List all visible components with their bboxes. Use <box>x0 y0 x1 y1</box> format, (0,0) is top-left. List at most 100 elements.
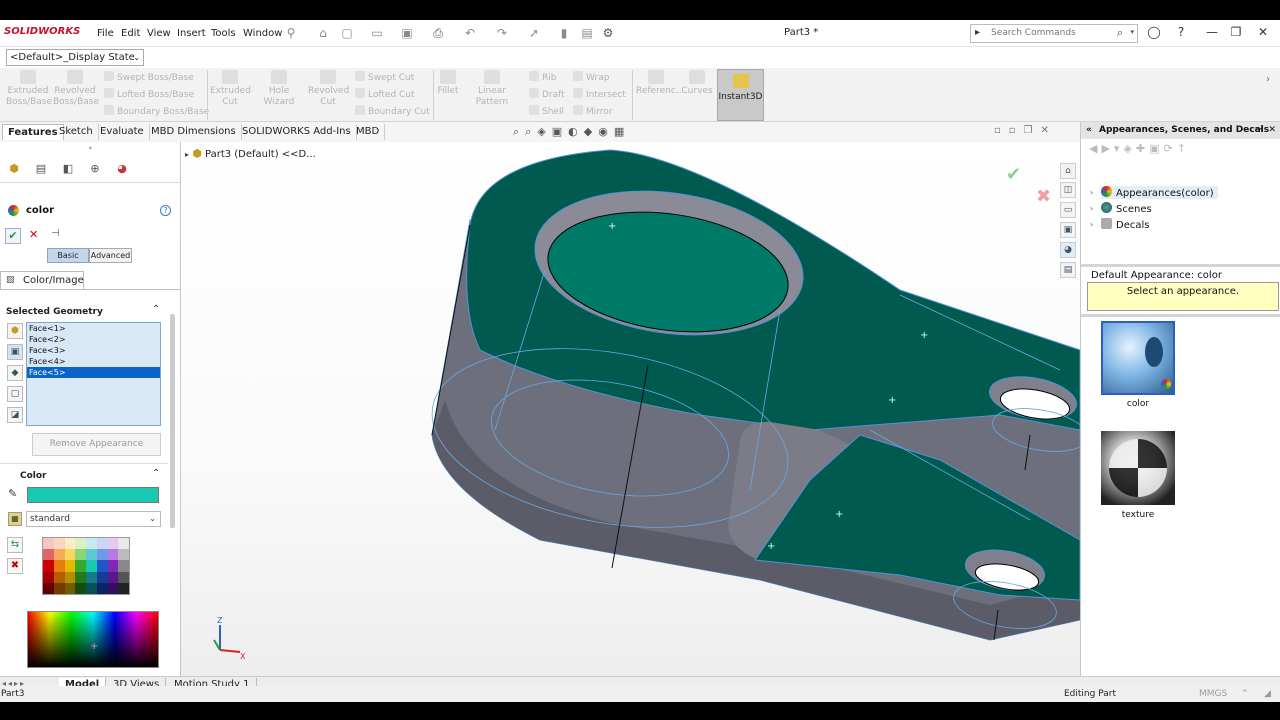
palette-swatch[interactable] <box>107 549 119 561</box>
resize-grip-icon[interactable]: ◢ <box>1264 686 1271 702</box>
boundary-boss-button[interactable]: Boundary Boss/Base <box>104 105 209 119</box>
color-image-tab[interactable]: ▨ Color/Image <box>0 271 84 289</box>
palette-swatch[interactable] <box>53 571 65 583</box>
palette-swatch[interactable] <box>43 549 54 561</box>
search-input[interactable] <box>991 28 1121 38</box>
palette-swatch[interactable] <box>107 560 119 572</box>
intersect-button[interactable]: Intersect <box>573 88 626 102</box>
palette-swatch[interactable] <box>64 582 76 594</box>
hole-wizard-button[interactable]: Hole Wizard <box>253 70 305 108</box>
options-gear-icon[interactable]: ⚙ <box>601 26 615 40</box>
ribbon-scroll-arrow-icon[interactable]: › <box>1266 74 1270 85</box>
palette-swatch[interactable] <box>64 549 76 561</box>
tab-mbd[interactable]: MBD <box>351 124 386 140</box>
palette-swatch[interactable] <box>86 549 97 561</box>
collapse-pane-icon[interactable]: « <box>1086 122 1092 139</box>
lofted-boss-button[interactable]: Lofted Boss/Base <box>104 88 194 102</box>
pin-icon[interactable]: ⊣ <box>1255 122 1263 139</box>
task-pane-appearances-icon[interactable]: ◕ <box>1060 242 1076 258</box>
color-spectrum-picker[interactable]: + <box>27 611 159 668</box>
color-palette[interactable] <box>42 537 130 595</box>
palette-swatch[interactable] <box>96 549 108 561</box>
palette-swatch[interactable] <box>75 549 86 561</box>
palette-swatch[interactable] <box>86 560 97 572</box>
face-list-item[interactable]: Face<2> <box>27 334 160 345</box>
feature-tree-flyout[interactable]: ▸ ⬢ Part3 (Default) <<D... <box>185 147 316 160</box>
rib-button[interactable]: Rib <box>529 71 556 85</box>
face-list-item[interactable]: Face<4> <box>27 356 160 367</box>
selected-faces-list[interactable]: Face<1> Face<2> Face<3> Face<4> Face<5> <box>26 322 161 426</box>
picker-crosshair[interactable]: + <box>90 641 98 652</box>
pane-splitter[interactable] <box>1081 264 1280 267</box>
linear-pattern-button[interactable]: Linear Pattern <box>462 70 522 108</box>
collapse-chevron-icon[interactable]: ⌃ <box>152 304 160 315</box>
tree-node-decals[interactable]: Decals <box>1101 218 1149 231</box>
close-button[interactable]: ✕ <box>1255 25 1271 39</box>
palette-swatch[interactable] <box>118 582 129 594</box>
instant3d-button[interactable]: Instant3D <box>717 69 764 121</box>
viewport-window-controls[interactable]: ▫▫❐✕ <box>994 125 1057 136</box>
palette-swatch[interactable] <box>118 571 129 583</box>
palette-swatch[interactable] <box>96 538 108 550</box>
palette-swatch[interactable] <box>43 571 54 583</box>
tree-node-scenes[interactable]: Scenes <box>1101 202 1152 215</box>
palette-swatch[interactable] <box>64 538 76 550</box>
wrap-button[interactable]: Wrap <box>573 71 609 85</box>
property-manager-tab-icon[interactable]: ▤ <box>32 162 50 178</box>
mirror-button[interactable]: Mirror <box>573 105 613 119</box>
palette-swatch[interactable] <box>64 571 76 583</box>
palette-swatch[interactable] <box>118 549 129 561</box>
extruded-boss-button[interactable]: Extruded Boss/Base <box>6 70 52 108</box>
tab-mbd-dimensions[interactable]: MBD Dimensions <box>146 124 242 140</box>
print-icon[interactable]: ⎙ <box>431 26 445 40</box>
confirm-cancel-icon[interactable]: ✖ <box>1036 186 1051 207</box>
palette-swatch[interactable] <box>118 560 129 572</box>
fillet-button[interactable]: Fillet <box>436 70 460 97</box>
chevron-down-icon[interactable]: ▾ <box>1130 28 1134 36</box>
help-icon[interactable]: ? <box>1173 25 1189 39</box>
new-document-icon[interactable]: ▢ <box>340 26 354 40</box>
palette-swatch[interactable] <box>64 560 76 572</box>
select-part-icon[interactable]: ⬢ <box>7 323 23 339</box>
palette-swatch[interactable] <box>53 549 65 561</box>
current-color-swatch[interactable] <box>27 487 159 503</box>
user-icon[interactable]: ◯ <box>1146 25 1162 39</box>
palette-swatch[interactable] <box>96 582 108 594</box>
menu-edit[interactable]: Edit <box>121 28 140 39</box>
task-pane-toolbar[interactable]: ◀▶▾◈✚▣⟳↑ <box>1089 142 1190 155</box>
palette-swatch[interactable] <box>43 560 54 572</box>
search-icon[interactable]: ⌕ <box>1117 26 1123 40</box>
home-icon[interactable]: ⌂ <box>316 26 330 40</box>
select-surfaces-icon[interactable]: ◆ <box>7 365 23 381</box>
swept-boss-button[interactable]: Swept Boss/Base <box>104 71 194 85</box>
search-commands[interactable]: ▸ ⌕ ▾ <box>970 24 1138 43</box>
tab-sketch[interactable]: Sketch <box>54 124 99 140</box>
palette-swatch[interactable] <box>86 582 97 594</box>
redo-icon[interactable]: ↷ <box>495 26 509 40</box>
menu-view[interactable]: View <box>147 28 171 39</box>
dimxpert-tab-icon[interactable]: ⊕ <box>86 162 104 178</box>
close-pane-icon[interactable]: ✕ <box>1268 122 1276 139</box>
revolved-cut-button[interactable]: Revolved Cut <box>308 70 349 108</box>
expand-arrow-icon[interactable]: › <box>1090 220 1093 229</box>
palette-swatch[interactable] <box>96 560 108 572</box>
face-list-item[interactable]: Face<1> <box>27 323 160 334</box>
task-pane-resources-icon[interactable]: ◫ <box>1060 182 1076 198</box>
task-pane-custom-properties-icon[interactable]: ▤ <box>1060 262 1076 278</box>
menu-window[interactable]: Window <box>243 28 282 39</box>
expand-arrow-icon[interactable]: › <box>1090 204 1093 213</box>
palette-swatch[interactable] <box>86 571 97 583</box>
extruded-cut-button[interactable]: Extruded Cut <box>210 70 251 108</box>
palette-swatch[interactable] <box>107 538 119 550</box>
palette-swatch[interactable] <box>43 582 54 594</box>
menu-tools[interactable]: Tools <box>211 28 236 39</box>
collapse-chevron-icon[interactable]: ⌃ <box>152 468 160 479</box>
tree-node-appearances[interactable]: Appearances(color) <box>1101 186 1218 199</box>
palette-swatch[interactable] <box>43 538 54 550</box>
chevron-up-icon[interactable]: ⌃ <box>1241 686 1249 702</box>
select-faces-icon[interactable]: ▣ <box>7 344 23 360</box>
remove-appearance-button[interactable]: Remove Appearance <box>32 433 161 456</box>
task-pane-home-icon[interactable]: ⌂ <box>1060 163 1076 179</box>
lofted-cut-button[interactable]: Lofted Cut <box>355 88 415 102</box>
swept-cut-button[interactable]: Swept Cut <box>355 71 414 85</box>
